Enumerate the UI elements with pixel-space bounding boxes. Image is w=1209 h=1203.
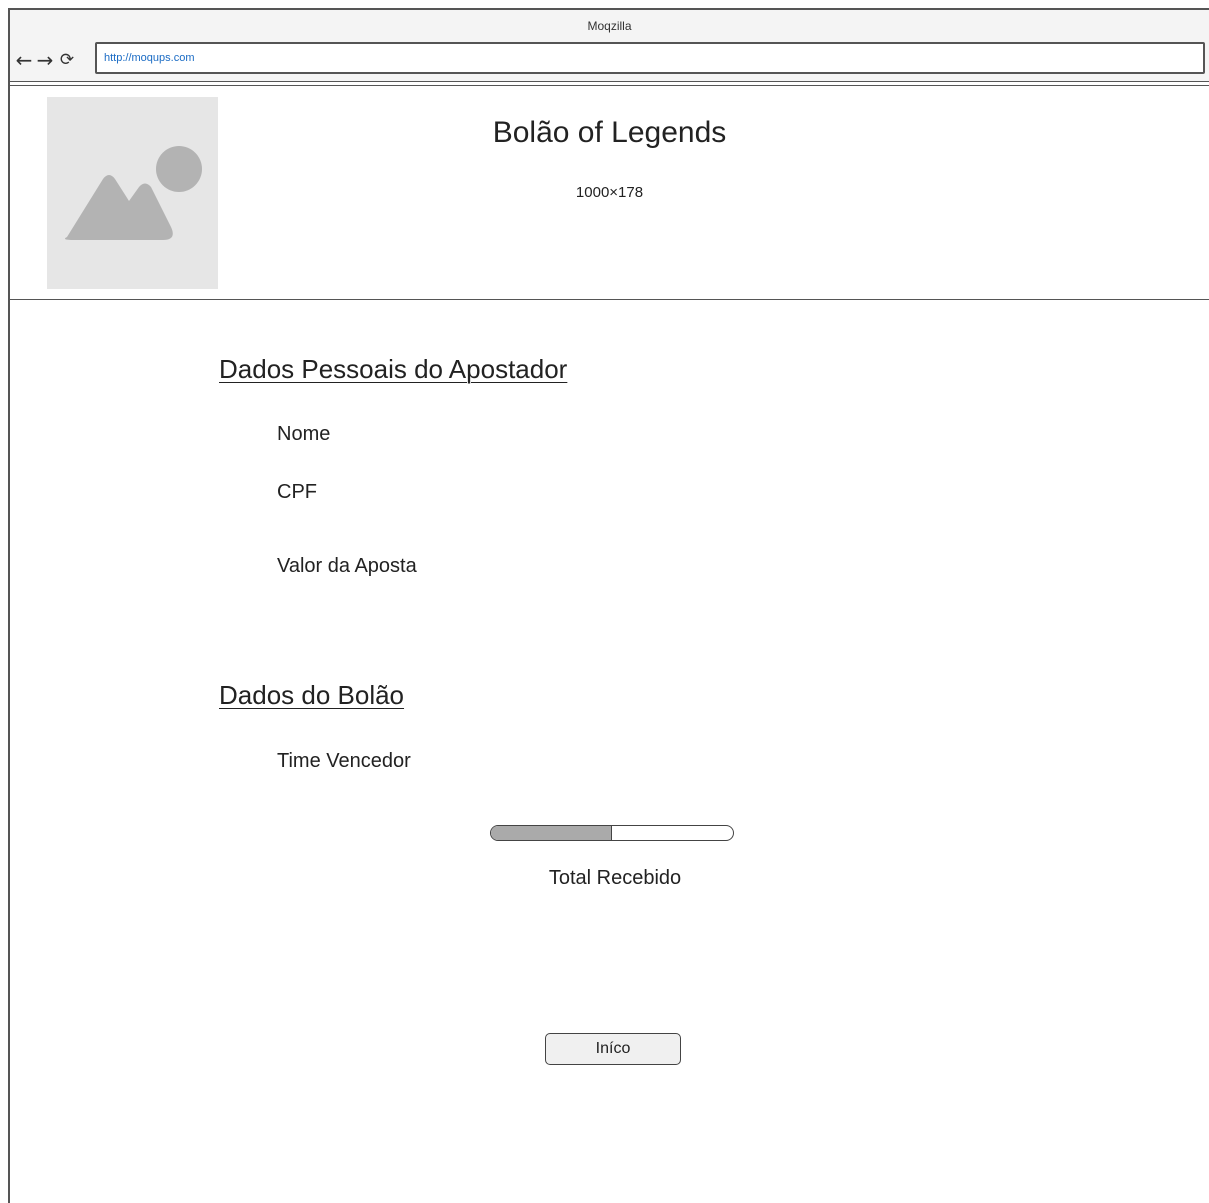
field-label-valor-aposta: Valor da Aposta — [277, 555, 417, 577]
field-label-nome: Nome — [277, 423, 331, 445]
window-titlebar: Moqzilla — [10, 10, 1209, 42]
field-label-time-vencedor: Time Vencedor — [277, 750, 411, 772]
page-title: Bolão of Legends — [492, 116, 727, 149]
address-bar[interactable] — [95, 42, 1205, 74]
inicio-button[interactable]: Iníco — [545, 1033, 681, 1065]
page-header: Bolão of Legends 1000×178 — [10, 88, 1209, 300]
browser-window: Moqzilla ← → ⟳ Bolão of Legends 1000×178… — [8, 8, 1209, 1203]
arrow-left-icon[interactable]: ← — [14, 49, 34, 71]
reload-icon[interactable]: ⟳ — [57, 49, 77, 71]
pool-data-heading: Dados do Bolão — [219, 680, 405, 710]
arrow-right-icon[interactable]: → — [35, 49, 55, 71]
progress-label: Total Recebido — [548, 867, 682, 889]
total-received-progress-bar — [490, 825, 734, 841]
browser-navbar: ← → ⟳ — [10, 42, 1209, 86]
personal-data-heading: Dados Pessoais do Apostador — [219, 354, 568, 384]
progress-fill — [491, 826, 612, 840]
image-dimensions-label: 1000×178 — [575, 184, 644, 201]
url-input[interactable] — [104, 50, 1194, 66]
field-label-cpf: CPF — [277, 481, 317, 503]
window-title: Moqzilla — [587, 19, 632, 33]
